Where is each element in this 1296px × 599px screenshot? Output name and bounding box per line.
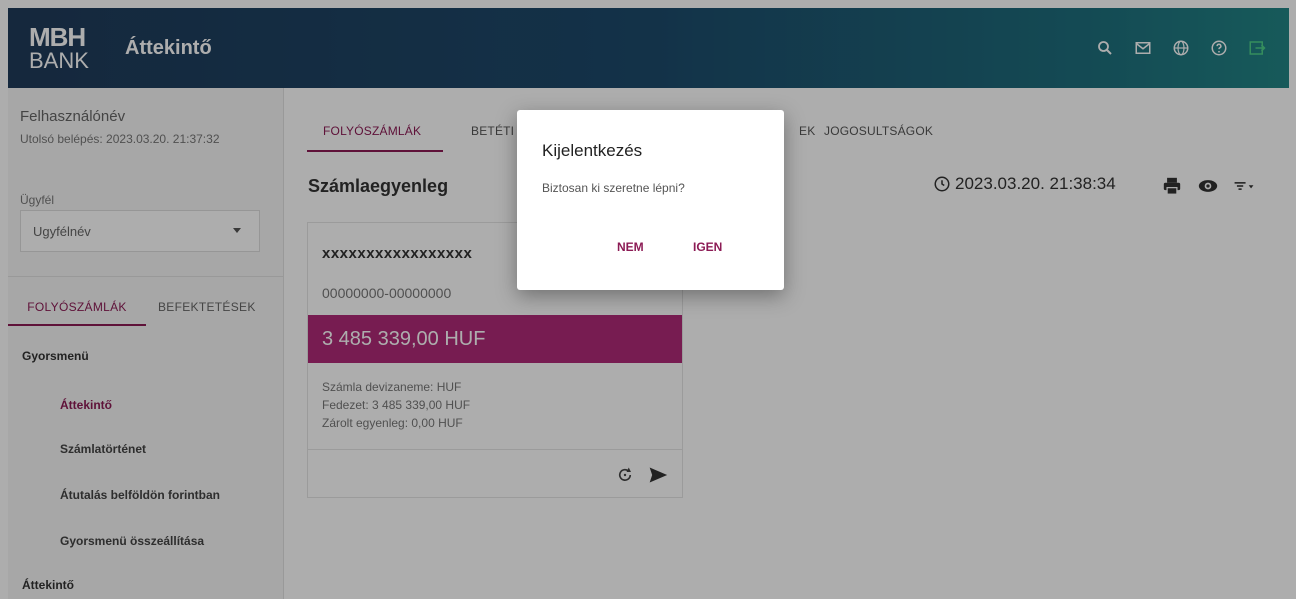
app-frame: MBH BANK Áttekintő Felhasználónév Utolsó… [0,0,1296,599]
dialog-title: Kijelentkezés [542,141,643,160]
no-button[interactable]: NEM [617,240,644,254]
logout-dialog: Kijelentkezés Biztosan ki szeretne lépni… [517,110,784,290]
dialog-text: Biztosan ki szeretne lépni? [542,181,685,195]
modal-backdrop[interactable] [0,0,1296,599]
yes-button[interactable]: IGEN [693,240,722,254]
